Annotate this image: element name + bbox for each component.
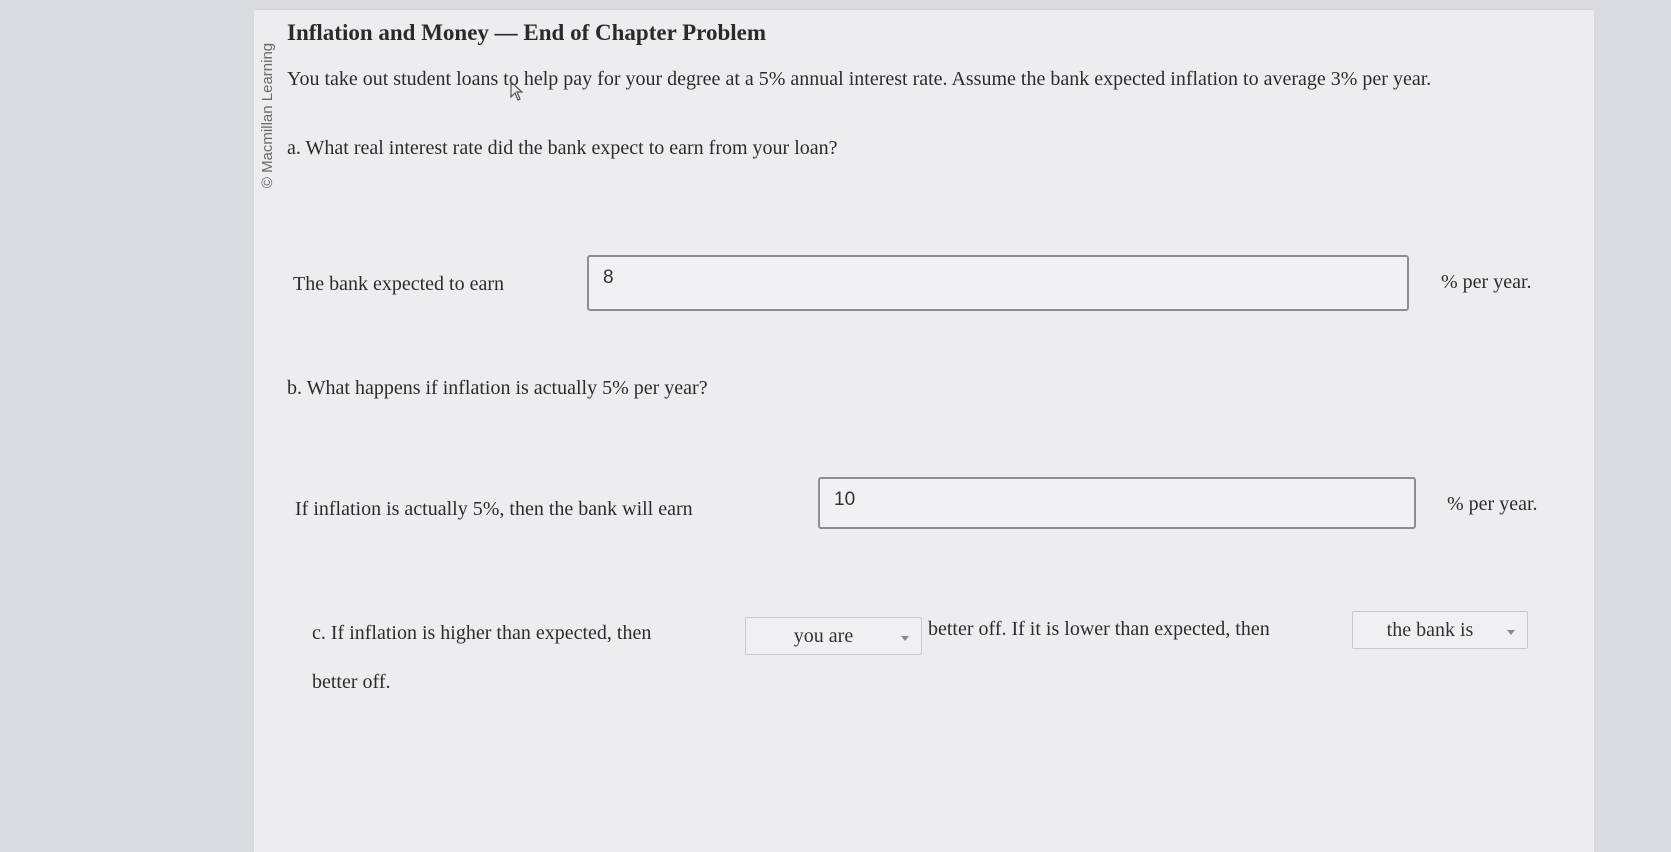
part-b-question: b. What happens if inflation is actually… [287,377,708,399]
chevron-down-icon [1507,629,1515,635]
part-c-dropdown-1[interactable]: you are [745,617,922,655]
part-b-answer-input[interactable]: 10 [818,477,1416,529]
part-c-dropdown-1-value: you are [793,624,854,647]
part-a-unit: % per year. [1441,271,1532,293]
part-a-label: The bank expected to earn [293,273,505,295]
part-c-text-3: better off. [312,671,391,693]
part-a-question: a. What real interest rate did the bank … [287,137,838,159]
part-c-text-1: c. If inflation is higher than expected,… [312,622,652,644]
problem-intro: You take out student loans to help pay f… [287,68,1432,90]
problem-title: Inflation and Money — End of Chapter Pro… [287,20,767,45]
mouse-pointer-icon [510,80,524,101]
chevron-down-icon [901,635,909,641]
part-c-text-2: better off. If it is lower than expected… [928,618,1270,640]
part-c-dropdown-2[interactable]: the bank is [1352,611,1528,649]
part-c-dropdown-2-value: the bank is [1386,618,1474,641]
copyright-watermark: © Macmillan Learning [259,42,277,188]
part-a-answer-input[interactable]: 8 [587,255,1409,311]
part-b-unit: % per year. [1447,493,1538,515]
part-b-label: If inflation is actually 5%, then the ba… [295,498,693,520]
